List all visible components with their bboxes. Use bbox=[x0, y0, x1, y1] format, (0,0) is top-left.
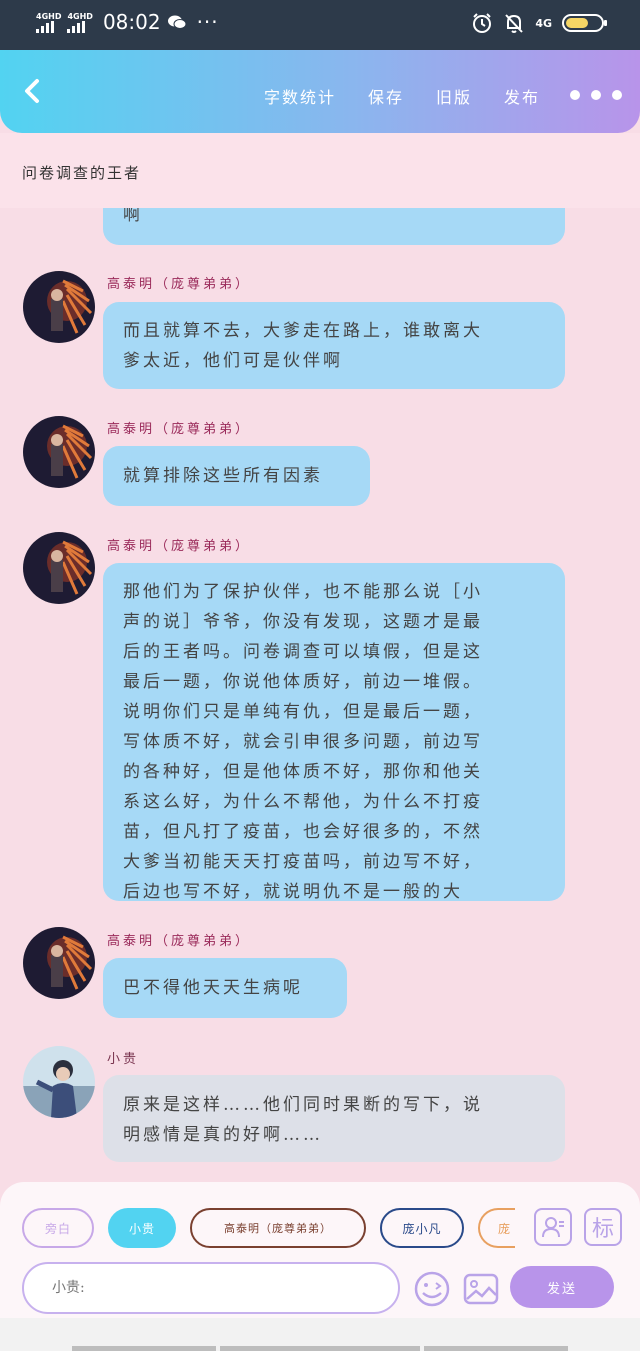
person-icon bbox=[542, 1217, 564, 1238]
role-chip-pang[interactable]: 庞 bbox=[478, 1208, 515, 1248]
character-avatar[interactable] bbox=[23, 927, 95, 999]
image-icon[interactable] bbox=[463, 1271, 499, 1307]
alarm-icon bbox=[473, 13, 492, 33]
message-line: 声的说］爷爷，你没有发现，这题才是最 bbox=[123, 612, 483, 632]
more-options-icon[interactable] bbox=[570, 90, 622, 100]
more-notifications-icon: ··· bbox=[196, 10, 219, 34]
signal-label: 4GHD bbox=[67, 11, 93, 21]
story-title: 问卷调查的王者 bbox=[22, 164, 142, 182]
role-chip-gaotaiming[interactable]: 高泰明（庞尊弟弟） bbox=[190, 1208, 366, 1248]
message-line: 苗，但凡打了疫苗，也会好很多的，不然 bbox=[123, 822, 483, 842]
sender-name: 小贵 bbox=[107, 1052, 140, 1067]
message-line: 写体质不好，就会引申很多问题，前边写 bbox=[123, 732, 483, 752]
back-chevron-icon[interactable] bbox=[18, 76, 48, 106]
character-avatar[interactable] bbox=[23, 416, 95, 488]
role-label: 小贵 bbox=[128, 1221, 155, 1236]
message-bubble[interactable]: 原来是这样……他们同时果断的写下，说 明感情是真的好啊…… bbox=[103, 1075, 565, 1162]
nav-gesture-segment[interactable] bbox=[424, 1346, 568, 1351]
role-chip-narrator[interactable]: 旁白 bbox=[22, 1208, 94, 1248]
character-profile-icon[interactable] bbox=[534, 1208, 572, 1246]
save-button[interactable]: 保存 bbox=[368, 84, 404, 108]
message-line: 的各种好，但是他体质不好，那你和他关 bbox=[123, 762, 483, 782]
signal-label: 4GHD bbox=[36, 11, 62, 21]
message-line: 说明你们只是单纯有仇，但是最后一题， bbox=[123, 702, 483, 722]
signal-indicator-2: 4GHD bbox=[67, 11, 93, 33]
top-toolbar: 字数统计 保存 旧版 发布 bbox=[0, 50, 640, 133]
send-button[interactable]: 发送 bbox=[510, 1266, 614, 1308]
message-line: 爹太近，他们可是伙伴啊 bbox=[123, 351, 343, 371]
sender-name: 高泰明（庞尊弟弟） bbox=[107, 277, 252, 292]
message-line: 那他们为了保护伙伴，也不能那么说［小 bbox=[123, 582, 483, 602]
publish-button[interactable]: 发布 bbox=[504, 84, 540, 108]
message-line: 就算排除这些所有因素 bbox=[123, 466, 323, 486]
message-bubble[interactable]: 而且就算不去，大爹走在路上，谁敢离大 爹太近，他们可是伙伴啊 bbox=[103, 302, 565, 389]
character-avatar[interactable] bbox=[23, 271, 95, 343]
clock: 08:02 bbox=[102, 10, 161, 34]
role-label: 庞 bbox=[498, 1221, 512, 1236]
message-bubble[interactable]: 啊 bbox=[103, 208, 565, 245]
message-bubble[interactable]: 巴不得他天天生病呢 bbox=[103, 958, 347, 1018]
sender-name: 高泰明（庞尊弟弟） bbox=[107, 934, 252, 949]
nav-gesture-segment[interactable] bbox=[72, 1346, 216, 1351]
role-label: 旁白 bbox=[44, 1221, 71, 1236]
word-count-button[interactable]: 字数统计 bbox=[264, 84, 336, 108]
character-avatar[interactable] bbox=[23, 1046, 95, 1118]
message-bubble[interactable]: 那他们为了保护伙伴，也不能那么说［小 声的说］爷爷，你没有发现，这题才是最 后的… bbox=[103, 563, 565, 902]
toolbar-menu: 字数统计 保存 旧版 发布 bbox=[264, 84, 540, 108]
role-chip-pangxiaofan[interactable]: 庞小凡 bbox=[380, 1208, 464, 1248]
wechat-icon bbox=[167, 15, 187, 29]
signal-bars-icon bbox=[36, 20, 54, 33]
nav-gesture-segment[interactable] bbox=[220, 1346, 420, 1351]
message-line: 巴不得他天天生病呢 bbox=[123, 978, 303, 998]
message-line: 啊 bbox=[123, 208, 143, 225]
message-line: 系这么好，为什么不帮他，为什么不打疫 bbox=[123, 792, 483, 812]
network-type: 4G bbox=[535, 16, 552, 30]
emoji-icon[interactable] bbox=[413, 1270, 451, 1308]
character-avatar[interactable] bbox=[23, 532, 95, 604]
role-label: 高泰明（庞尊弟弟） bbox=[224, 1222, 332, 1235]
message-line: 最后一题，你说他体质好，前边一堆假。 bbox=[123, 672, 483, 692]
send-label: 发送 bbox=[546, 1281, 577, 1297]
role-chip-xiaogui[interactable]: 小贵 bbox=[108, 1208, 176, 1248]
sender-name: 高泰明（庞尊弟弟） bbox=[107, 539, 252, 554]
tag-button[interactable]: 标 bbox=[584, 1208, 622, 1246]
message-line: 大爹当初能天天打疫苗吗，前边写不好， bbox=[123, 852, 483, 872]
message-line: 明感情是真的好啊…… bbox=[123, 1125, 323, 1145]
message-input[interactable] bbox=[22, 1262, 400, 1314]
message-line: 而且就算不去，大爹走在路上，谁敢离大 bbox=[123, 321, 483, 341]
system-nav-bar bbox=[0, 1318, 640, 1351]
battery-icon bbox=[562, 14, 607, 32]
message-line: 后的王者吗。问卷调查可以填假，但是这 bbox=[123, 642, 483, 662]
compose-panel: 旁白 小贵 高泰明（庞尊弟弟） 庞小凡 庞 标 发送 bbox=[0, 1182, 640, 1318]
mute-bell-icon bbox=[505, 14, 524, 33]
message-line: 原来是这样……他们同时果断的写下，说 bbox=[123, 1095, 483, 1115]
signal-bars-icon bbox=[67, 20, 86, 33]
signal-indicator-1: 4GHD bbox=[36, 12, 61, 33]
sender-name: 高泰明（庞尊弟弟） bbox=[107, 422, 252, 437]
tag-label: 标 bbox=[591, 1217, 614, 1242]
role-label: 庞小凡 bbox=[402, 1221, 442, 1236]
old-version-button[interactable]: 旧版 bbox=[436, 84, 472, 108]
story-title-bar: 问卷调查的王者 bbox=[0, 133, 640, 208]
status-bar: 4GHD 4GHD 08:02 ··· 4G bbox=[0, 0, 640, 50]
message-bubble[interactable]: 就算排除这些所有因素 bbox=[103, 446, 370, 506]
message-line: 后边也写不好，就说明仇不是一般的大 bbox=[123, 882, 463, 902]
